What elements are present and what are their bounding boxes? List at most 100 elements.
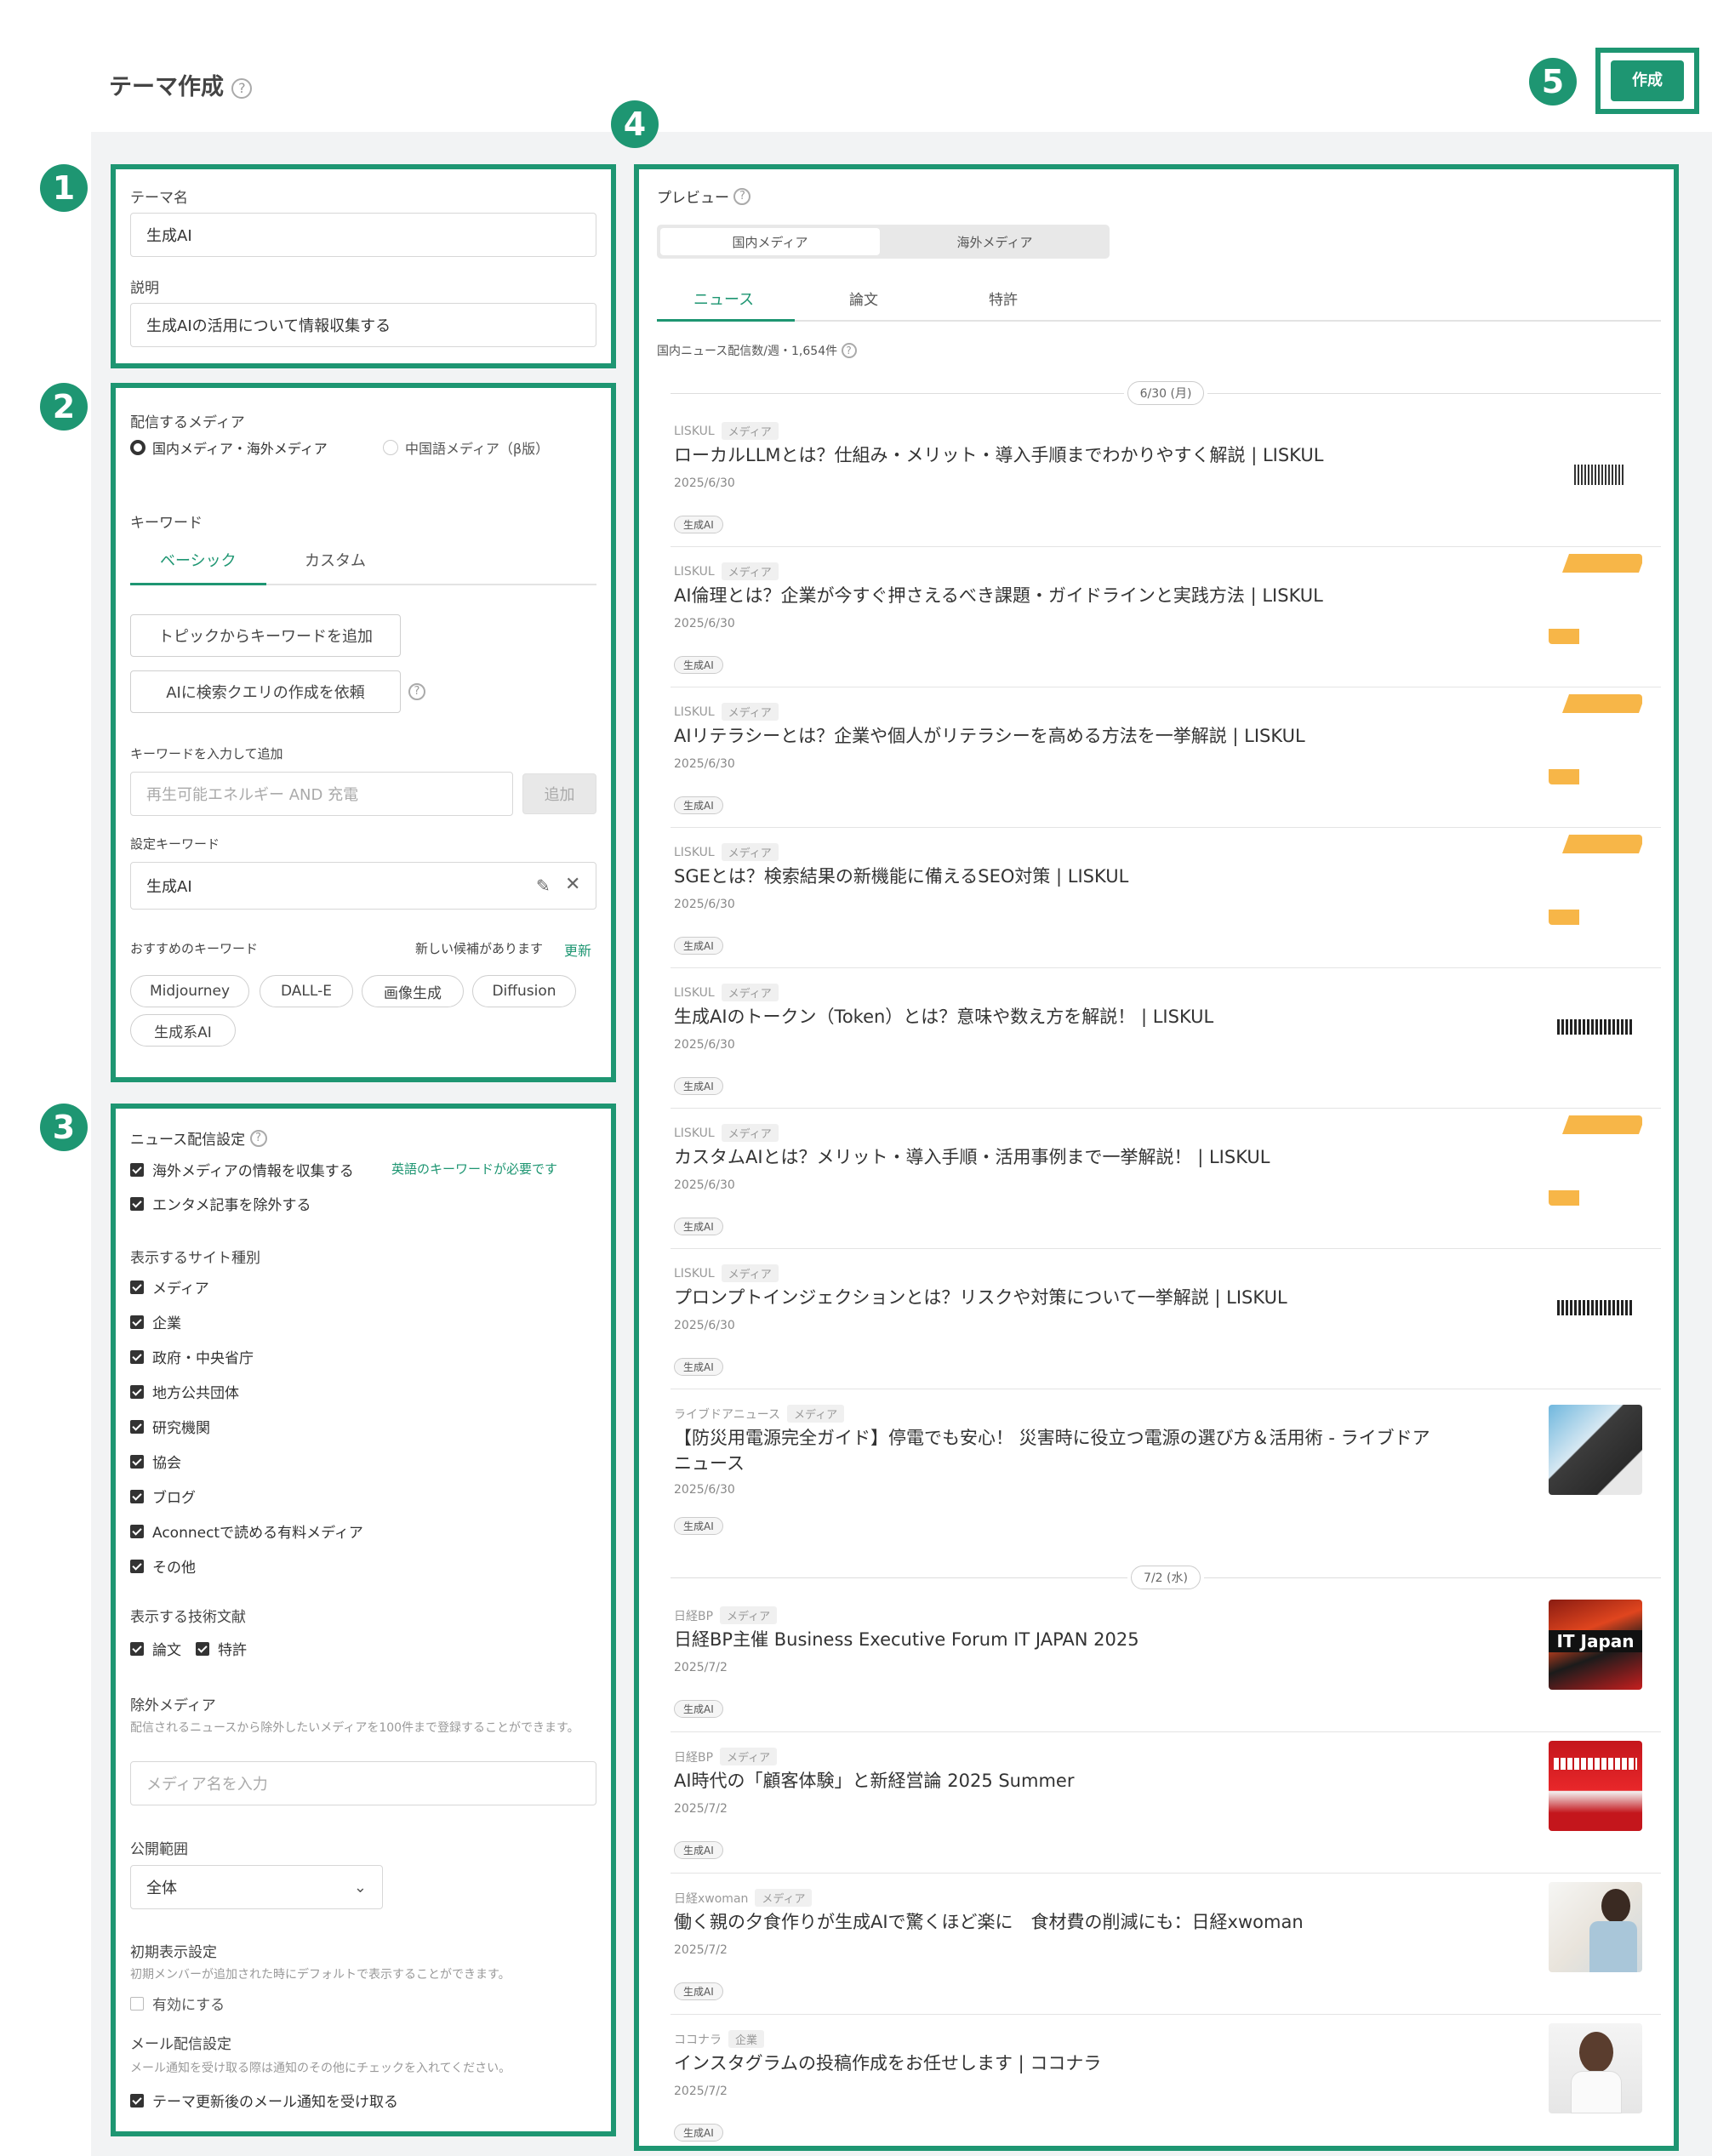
news-item[interactable]: LISKUL メディア AIリテラシーとは？企業や個人がリテラシーを高める方法を一… (671, 687, 1661, 828)
checkbox-checked-icon (130, 1641, 144, 1656)
description-input[interactable]: 生成AIの活用について情報収集する (130, 303, 596, 347)
tab-patent[interactable]: 特許 (989, 288, 1018, 309)
site-type-label: 表示するサイト種別 (130, 1250, 260, 1267)
checkbox-checked-icon (130, 1454, 144, 1469)
site-checkbox[interactable]: 企業 (130, 1311, 181, 1332)
article-thumbnail (1549, 1264, 1642, 1355)
article-thumbnail (1549, 984, 1642, 1074)
theme-name-label: テーマ名 (130, 190, 188, 207)
checkbox-checked-icon (196, 1641, 209, 1656)
add-keyword-button[interactable]: 追加 (522, 773, 596, 814)
site-checkbox[interactable]: その他 (130, 1555, 196, 1577)
media-option-chinese[interactable]: 中国語メディア（β版） (383, 437, 549, 458)
checkbox-checked-icon (130, 1384, 144, 1399)
site-checkbox[interactable]: 地方公共団体 (130, 1381, 239, 1402)
news-item[interactable]: 日経xwoman メディア 働く親の夕食作りが生成AIで驚くほど楽に 食材費の削減… (671, 1874, 1661, 2015)
radio-selected-icon (130, 440, 146, 455)
tech-checkbox-paper[interactable]: 論文 (130, 1638, 181, 1659)
preview-tabs (657, 281, 1661, 322)
page-title: テーマ作成 ? (109, 68, 253, 101)
keyword-chip[interactable]: 画像生成 (362, 975, 464, 1007)
set-keyword-field[interactable]: 生成AI (130, 862, 596, 910)
ai-query-button[interactable]: AIに検索クエリの作成を依頼 (130, 670, 401, 713)
help-icon[interactable]: ? (733, 187, 751, 205)
chevron-down-icon: ⌄ (353, 1878, 367, 1896)
news-item[interactable]: ココナラ 企業 インスタグラムの投稿作成をお任せします | ココナラ 2025/7… (671, 2015, 1661, 2147)
exclude-media-input[interactable]: メディア名を入力 (130, 1761, 596, 1805)
keyword-chip[interactable]: DALL-E (260, 975, 353, 1007)
site-checkbox[interactable]: メディア (130, 1276, 209, 1298)
keyword-chip[interactable]: Midjourney (130, 975, 249, 1007)
keyword-input[interactable]: 再生可能エネルギー AND 充電 (130, 772, 513, 816)
tab-news[interactable]: ニュース (693, 288, 754, 310)
checkbox-checked-icon (130, 1419, 144, 1434)
checkbox-checked-icon (130, 1162, 144, 1177)
initial-display-desc: 初期メンバーが追加された時にデフォルトで表示することができます。 (130, 1968, 511, 1982)
scope-select[interactable]: 全体 ⌄ (130, 1865, 383, 1909)
mail-checkbox[interactable]: テーマ更新後のメール通知を受け取る (130, 2090, 398, 2111)
segment-domestic[interactable]: 国内メディア (660, 228, 880, 255)
checkbox-checked-icon (130, 1524, 144, 1538)
segment-overseas[interactable]: 海外メディア (885, 228, 1104, 255)
news-count: 国内ニュース配信数/週・1,654件 ? (657, 342, 857, 359)
date-separator: 7/2 (水) (671, 1564, 1661, 1591)
checkbox-checked-icon (130, 1315, 144, 1329)
news-item[interactable]: ライブドアニュース メディア 【防災用電源完全ガイド】停電でも安心！ 災害時に役立… (671, 1389, 1661, 1551)
checkbox-checked-icon (130, 1280, 144, 1294)
preview-label: プレビュー ? (657, 185, 751, 207)
news-item[interactable]: LISKUL メディア 生成AIのトークン（Token）とは？意味や数え方を解説！… (671, 968, 1661, 1109)
news-item[interactable]: LISKUL メディア SGEとは？検索結果の新機能に備えるSEO対策 | LIS… (671, 828, 1661, 968)
news-item[interactable]: LISKUL メディア AI倫理とは？企業が今すぐ押さえるべき課題・ガイドラインと… (671, 547, 1661, 687)
checkbox-checked-icon (130, 1489, 144, 1503)
create-button[interactable]: 作成 (1611, 60, 1684, 101)
exclude-ent-checkbox[interactable]: エンタメ記事を除外する (130, 1193, 311, 1214)
date-separator: 6/30 (月) (671, 379, 1661, 407)
close-icon[interactable]: ✕ (565, 874, 580, 895)
article-thumbnail (1549, 1741, 1642, 1831)
news-item[interactable]: 日経BP メディア 日経BP主催 Business Executive Forum… (671, 1591, 1661, 1732)
help-icon[interactable]: ? (841, 343, 857, 358)
site-checkbox[interactable]: 政府・中央省庁 (130, 1346, 254, 1367)
help-icon[interactable]: ? (231, 77, 253, 99)
tab-paper[interactable]: 論文 (849, 288, 878, 309)
thumbnail-text: IT Japan (1549, 1630, 1642, 1652)
exclude-media-desc: 配信されるニュースから除外したいメディアを100件まで登録することができます。 (130, 1721, 579, 1735)
initial-enable-checkbox[interactable]: 有効にする (130, 1993, 225, 2014)
add-keyword-label: キーワードを入力して追加 (130, 746, 283, 761)
theme-name-input[interactable]: 生成AI (130, 213, 596, 257)
article-thumbnail (1549, 1115, 1642, 1206)
help-icon[interactable]: ? (249, 1129, 267, 1147)
badge-1: 1 (40, 164, 88, 212)
keyword-label: キーワード (130, 515, 203, 532)
news-item[interactable]: LISKUL メディア ローカルLLMとは？仕組み・メリット・導入手順までわかりや… (671, 407, 1661, 547)
add-from-topic-button[interactable]: トピックからキーワードを追加 (130, 614, 401, 657)
tab-basic-underline (130, 583, 266, 585)
recommend-label: おすすめのキーワード (130, 941, 259, 956)
tab-custom[interactable]: カスタム (305, 549, 366, 571)
media-option-domestic[interactable]: 国内メディア・海外メディア (130, 437, 328, 458)
overseas-checkbox[interactable]: 海外メディアの情報を収集する (130, 1159, 354, 1180)
media-label: 配信するメディア (130, 414, 245, 431)
news-item[interactable]: LISKUL メディア カスタムAIとは？メリット・導入手順・活用事例まで一挙解説… (671, 1109, 1661, 1249)
site-checkbox[interactable]: 研究機関 (130, 1416, 210, 1437)
keyword-chip[interactable]: 生成系AI (130, 1014, 236, 1047)
site-checkbox[interactable]: 協会 (130, 1451, 181, 1472)
tab-news-underline (657, 319, 795, 322)
news-item[interactable]: LISKUL メディア プロンプトインジェクションとは？リスクや対策について一挙解… (671, 1249, 1661, 1389)
tab-basic[interactable]: ベーシック (160, 549, 237, 571)
recommend-refresh-link[interactable]: 更新 (564, 939, 591, 960)
checkbox-checked-icon (130, 1196, 144, 1211)
keyword-chip[interactable]: Diffusion (472, 975, 576, 1007)
site-checkbox[interactable]: Aconnectで読める有料メディア (130, 1520, 363, 1542)
set-keyword-label: 設定キーワード (130, 836, 220, 852)
news-item[interactable]: 日経BP メディア AI時代の「顧客体験」と新経営論 2025 Summer 20… (671, 1732, 1661, 1874)
pencil-icon[interactable]: ✎ (536, 876, 551, 896)
exclude-media-label: 除外メディア (130, 1697, 216, 1714)
checkbox-checked-icon (130, 1349, 144, 1364)
help-icon[interactable]: ? (408, 683, 425, 700)
tech-checkbox-patent[interactable]: 特許 (196, 1638, 247, 1659)
article-thumbnail (1549, 1882, 1642, 1972)
site-checkbox[interactable]: ブログ (130, 1486, 196, 1507)
badge-5: 5 (1529, 58, 1577, 106)
article-thumbnail (1549, 1405, 1642, 1495)
